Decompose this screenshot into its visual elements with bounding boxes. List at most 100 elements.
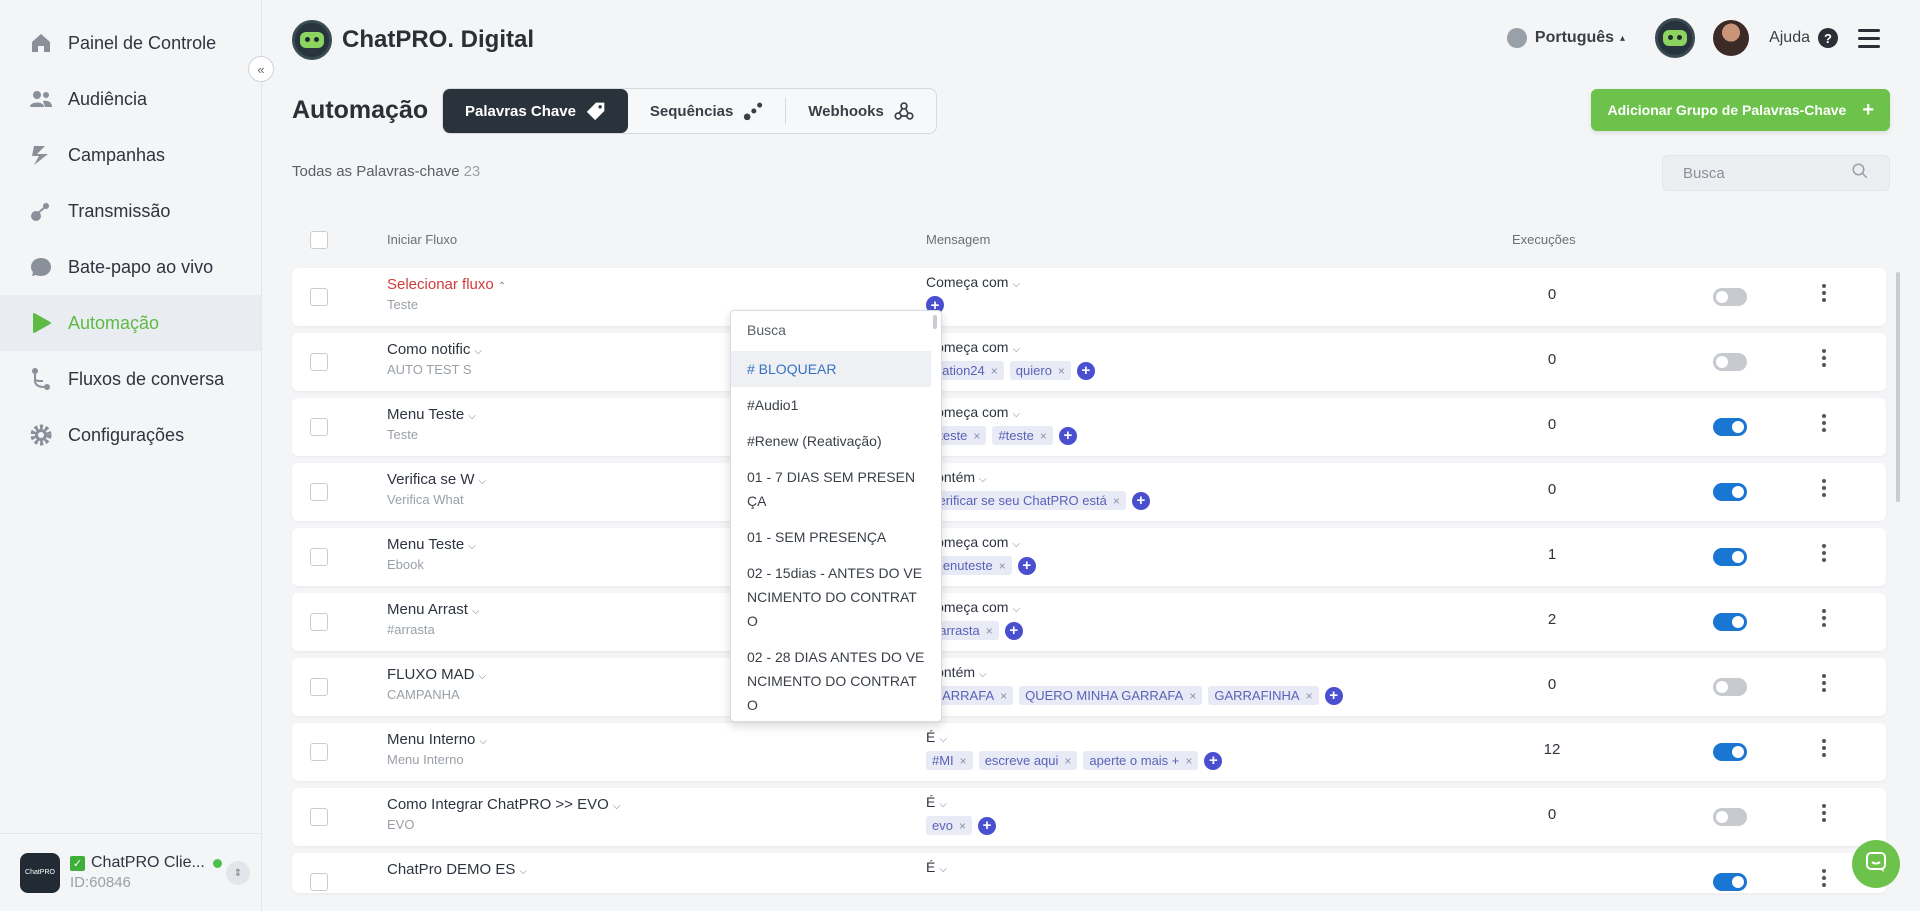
add-keyword-icon[interactable]: +: [1058, 426, 1077, 445]
chevron-down-icon[interactable]: ⌵: [979, 474, 987, 485]
match-type-select[interactable]: É: [926, 794, 935, 810]
more-options-icon[interactable]: [1822, 284, 1826, 302]
remove-tag-icon[interactable]: ×: [1040, 429, 1047, 443]
table-row[interactable]: Selecionar fluxo ⌃ Teste Começa com ⌵ +0: [292, 268, 1886, 326]
remove-tag-icon[interactable]: ×: [1306, 689, 1313, 703]
help-icon[interactable]: ?: [1818, 28, 1838, 48]
remove-tag-icon[interactable]: ×: [1000, 689, 1007, 703]
tab-sequencias[interactable]: Sequências: [628, 89, 785, 133]
keyword-tag[interactable]: verificar se seu ChatPRO está ×: [926, 491, 1126, 510]
more-options-icon[interactable]: [1822, 674, 1826, 692]
sidebar-item-fluxos[interactable]: Fluxos de conversa: [0, 351, 261, 407]
flow-selector[interactable]: Menu Arrast ⌵ #arrasta: [387, 601, 479, 637]
add-keyword-icon[interactable]: +: [977, 816, 996, 835]
chevron-down-icon[interactable]: ⌵: [979, 669, 987, 680]
dropdown-option[interactable]: 02 - 15dias - ANTES DO VENCIMENTO DO CON…: [731, 555, 941, 639]
dropdown-scrollbar[interactable]: [933, 315, 937, 329]
enable-toggle[interactable]: [1713, 613, 1747, 631]
table-row[interactable]: Menu Interno ⌵ Menu Interno É ⌵ #MI × escreve a…: [292, 723, 1886, 781]
row-checkbox[interactable]: [310, 548, 328, 566]
add-keyword-icon[interactable]: +: [1076, 361, 1095, 380]
page-scrollbar[interactable]: [1896, 272, 1900, 502]
support-chat-button[interactable]: [1852, 840, 1900, 888]
flow-selector[interactable]: ChatPro DEMO ES ⌵: [387, 861, 527, 882]
row-checkbox[interactable]: [310, 418, 328, 436]
keyword-tag[interactable]: quiero ×: [1009, 361, 1071, 380]
more-options-icon[interactable]: [1822, 739, 1826, 757]
match-type-select[interactable]: É: [926, 859, 935, 875]
flow-selector[interactable]: Como notific ⌵ AUTO TEST S: [387, 341, 482, 377]
tab-webhooks[interactable]: Webhooks: [786, 89, 936, 133]
table-row[interactable]: Como Integrar ChatPRO >> EVO ⌵ EVO É ⌵ evo × +0: [292, 788, 1886, 846]
enable-toggle[interactable]: [1713, 548, 1747, 566]
add-keyword-icon[interactable]: +: [1204, 751, 1223, 770]
chevron-down-icon[interactable]: ⌵: [1012, 344, 1020, 355]
keyword-tag[interactable]: #teste ×: [992, 426, 1053, 445]
remove-tag-icon[interactable]: ×: [960, 754, 967, 768]
flow-selector[interactable]: Verifica se W ⌵ Verifica What: [387, 471, 486, 507]
remove-tag-icon[interactable]: ×: [991, 364, 998, 378]
enable-toggle[interactable]: [1713, 743, 1747, 761]
enable-toggle[interactable]: [1713, 678, 1747, 696]
add-keyword-icon[interactable]: +: [1324, 686, 1343, 705]
remove-tag-icon[interactable]: ×: [959, 819, 966, 833]
match-type-select[interactable]: É: [926, 729, 935, 745]
enable-toggle[interactable]: [1713, 808, 1747, 826]
chevron-down-icon[interactable]: ⌵: [939, 734, 947, 745]
table-row[interactable]: ChatPro DEMO ES ⌵ É ⌵: [292, 853, 1886, 893]
flow-selector[interactable]: FLUXO MAD ⌵ CAMPANHA: [387, 666, 486, 702]
more-options-icon[interactable]: [1822, 544, 1826, 562]
chevron-down-icon[interactable]: ⌵: [1012, 279, 1020, 290]
remove-tag-icon[interactable]: ×: [1113, 494, 1120, 508]
sidebar-item-campanhas[interactable]: Campanhas: [0, 127, 261, 183]
table-row[interactable]: Como notific ⌵ AUTO TEST S Começa com ⌵ stati…: [292, 333, 1886, 391]
chevron-down-icon[interactable]: ⌵: [1012, 604, 1020, 615]
sidebar-item-configuracoes[interactable]: Configurações: [0, 407, 261, 463]
row-checkbox[interactable]: [310, 483, 328, 501]
row-checkbox[interactable]: [310, 873, 328, 891]
chevron-down-icon[interactable]: ⌵: [939, 799, 947, 810]
flow-selector[interactable]: Menu Teste ⌵ Teste: [387, 406, 476, 442]
sidebar-item-audiencia[interactable]: Audiência: [0, 71, 261, 127]
keyword-tag[interactable]: #MI ×: [926, 751, 973, 770]
row-checkbox[interactable]: [310, 678, 328, 696]
row-checkbox[interactable]: [310, 808, 328, 826]
enable-toggle[interactable]: [1713, 483, 1747, 501]
dropdown-option[interactable]: 02 - 28 DIAS ANTES DO VENCIMENTO DO CONT…: [731, 639, 941, 721]
keyword-tag[interactable]: escreve aqui ×: [978, 751, 1078, 770]
enable-toggle[interactable]: [1713, 288, 1747, 306]
sidebar-item-batepapo[interactable]: Bate-papo ao vivo: [0, 239, 261, 295]
add-keyword-icon[interactable]: +: [1017, 556, 1036, 575]
chevron-down-icon[interactable]: ⌵: [939, 864, 947, 875]
flow-selector[interactable]: Selecionar fluxo ⌃ Teste: [387, 276, 506, 312]
add-keyword-icon[interactable]: +: [1131, 491, 1150, 510]
add-keyword-icon[interactable]: +: [1004, 621, 1023, 640]
more-options-icon[interactable]: [1822, 414, 1826, 432]
row-checkbox[interactable]: [310, 288, 328, 306]
remove-tag-icon[interactable]: ×: [1064, 754, 1071, 768]
language-selector[interactable]: Português ▴: [1506, 28, 1625, 48]
table-row[interactable]: FLUXO MAD ⌵ CAMPANHA Contém ⌵ GARRAFA × QUERO M…: [292, 658, 1886, 716]
remove-tag-icon[interactable]: ×: [1185, 754, 1192, 768]
remove-tag-icon[interactable]: ×: [1058, 364, 1065, 378]
flow-selector[interactable]: Menu Interno ⌵ Menu Interno: [387, 731, 487, 767]
sidebar-item-automacao[interactable]: Automação: [0, 295, 261, 351]
remove-tag-icon[interactable]: ×: [973, 429, 980, 443]
sidebar-item-transmissao[interactable]: Transmissão: [0, 183, 261, 239]
enable-toggle[interactable]: [1713, 418, 1747, 436]
select-all-checkbox[interactable]: [310, 231, 328, 249]
more-options-icon[interactable]: [1822, 609, 1826, 627]
remove-tag-icon[interactable]: ×: [1189, 689, 1196, 703]
keyword-tag[interactable]: GARRAFINHA ×: [1208, 686, 1319, 705]
menu-icon[interactable]: [1858, 28, 1880, 48]
dropdown-option[interactable]: #Audio1: [731, 387, 941, 423]
search-input[interactable]: Busca: [1662, 155, 1890, 191]
table-row[interactable]: Menu Teste ⌵ Ebook Começa com ⌵ menuteste × +1: [292, 528, 1886, 586]
dropdown-option[interactable]: # BLOQUEAR: [731, 351, 931, 387]
sidebar-item-painel[interactable]: Painel de Controle: [0, 15, 261, 71]
keyword-tag[interactable]: QUERO MINHA GARRAFA ×: [1019, 686, 1203, 705]
help-link[interactable]: Ajuda: [1769, 29, 1810, 47]
add-keyword-group-button[interactable]: Adicionar Grupo de Palavras-Chave +: [1591, 89, 1890, 131]
enable-toggle[interactable]: [1713, 873, 1747, 891]
collapse-sidebar-button[interactable]: «: [248, 56, 274, 82]
